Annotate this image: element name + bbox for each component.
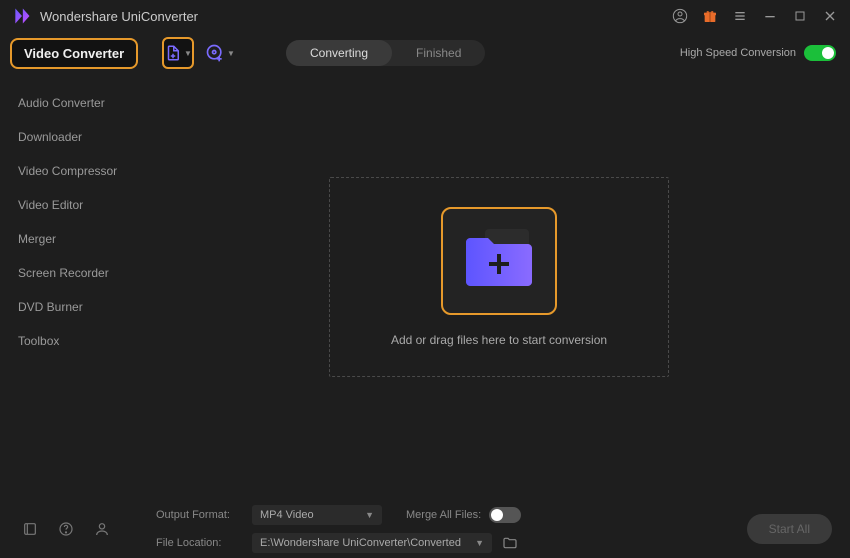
chevron-down-icon: ▼ — [475, 538, 484, 548]
add-files-folder-button[interactable] — [441, 207, 557, 315]
output-format-value: MP4 Video — [260, 509, 314, 521]
output-format-select[interactable]: MP4 Video ▼ — [252, 505, 382, 525]
sidebar-item-audio-converter[interactable]: Audio Converter — [0, 86, 148, 120]
file-location-select[interactable]: E:\Wondershare UniConverter\Converted ▼ — [252, 533, 492, 553]
user-icon[interactable] — [94, 521, 110, 537]
sidebar-item-dvd-burner[interactable]: DVD Burner — [0, 290, 148, 324]
sidebar-item-video-editor[interactable]: Video Editor — [0, 188, 148, 222]
drop-zone-text: Add or drag files here to start conversi… — [391, 333, 607, 347]
sidebar-item-video-compressor[interactable]: Video Compressor — [0, 154, 148, 188]
file-location-value: E:\Wondershare UniConverter\Converted — [260, 537, 461, 549]
chevron-down-icon: ▼ — [227, 49, 235, 58]
help-icon[interactable] — [58, 521, 74, 537]
tab-converting[interactable]: Converting — [286, 40, 392, 66]
drop-zone[interactable]: Add or drag files here to start conversi… — [329, 177, 669, 377]
tutorial-icon[interactable] — [22, 521, 38, 537]
chevron-down-icon: ▼ — [184, 49, 192, 58]
close-icon[interactable] — [822, 8, 838, 24]
tab-finished[interactable]: Finished — [392, 40, 485, 66]
minimize-icon[interactable] — [762, 8, 778, 24]
start-all-button[interactable]: Start All — [747, 514, 832, 544]
gift-icon[interactable] — [702, 8, 718, 24]
sidebar-item-merger[interactable]: Merger — [0, 222, 148, 256]
merge-label: Merge All Files: — [406, 509, 481, 521]
merge-toggle[interactable] — [489, 507, 521, 523]
dvd-source-button[interactable]: ▼ — [204, 37, 236, 69]
app-title: Wondershare UniConverter — [40, 9, 672, 24]
open-folder-icon[interactable] — [502, 535, 518, 551]
menu-icon[interactable] — [732, 8, 748, 24]
file-location-label: File Location: — [156, 537, 242, 549]
high-speed-toggle[interactable] — [804, 45, 836, 61]
app-logo — [12, 6, 32, 26]
sidebar-item-toolbox[interactable]: Toolbox — [0, 324, 148, 358]
add-file-button[interactable]: ▼ — [162, 37, 194, 69]
sidebar-item-video-converter[interactable]: Video Converter — [10, 38, 138, 69]
sidebar-item-screen-recorder[interactable]: Screen Recorder — [0, 256, 148, 290]
high-speed-label: High Speed Conversion — [680, 47, 796, 59]
account-icon[interactable] — [672, 8, 688, 24]
output-format-label: Output Format: — [156, 509, 242, 521]
sidebar-item-downloader[interactable]: Downloader — [0, 120, 148, 154]
maximize-icon[interactable] — [792, 8, 808, 24]
chevron-down-icon: ▼ — [365, 510, 374, 520]
folder-plus-icon — [464, 232, 534, 291]
sidebar: Audio Converter Downloader Video Compres… — [0, 74, 148, 500]
